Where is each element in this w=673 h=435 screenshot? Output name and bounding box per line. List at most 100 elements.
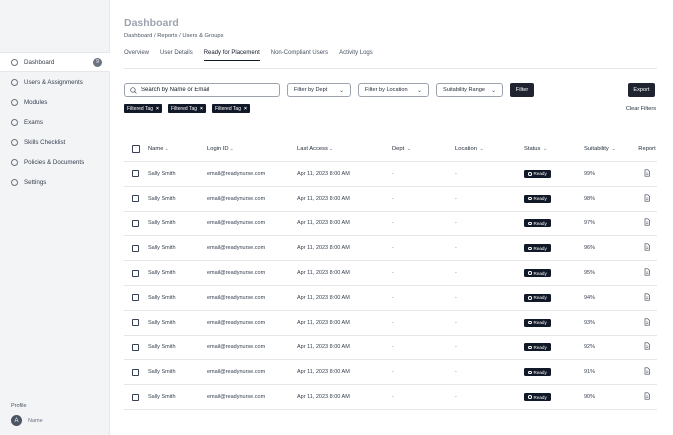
filter-tag[interactable]: Filtered Tag × <box>211 104 250 113</box>
row-checkbox[interactable] <box>132 343 139 351</box>
sidebar-item-label: Users & Assignments <box>24 78 83 86</box>
user-location: - <box>455 170 457 177</box>
user-last-access: Apr 11, 2023 8:00 AM <box>297 220 350 227</box>
user-suitability: 97% <box>584 220 596 227</box>
document-icon[interactable] <box>643 218 651 227</box>
column-suitability[interactable]: Suitability ⌄ <box>584 146 637 152</box>
column-location[interactable]: Location ⌄ <box>455 146 524 152</box>
user-location: - <box>455 220 457 227</box>
document-icon[interactable] <box>643 243 651 251</box>
user-suitability: 93% <box>584 319 596 326</box>
column-last-access[interactable]: Last Access⌄ <box>297 146 392 152</box>
table-row[interactable]: Sally Smith email@readynurse.com Apr 11,… <box>124 261 657 286</box>
table-row[interactable]: Sally Smith email@readynurse.com Apr 11,… <box>124 236 657 262</box>
column-dept[interactable]: Dept ⌄ <box>392 146 455 152</box>
document-icon[interactable] <box>643 194 651 202</box>
chevron-down-icon: ⌄ <box>479 146 484 152</box>
row-check-cell <box>124 170 148 178</box>
clear-filters-link[interactable]: Clear Filters <box>626 106 656 112</box>
tab-ready-for-placement[interactable]: Ready for Placement <box>203 50 260 61</box>
column-status[interactable]: Status ⌄ <box>524 146 584 152</box>
user-login: email@readynurse.com <box>207 195 266 202</box>
user-location: - <box>455 294 457 301</box>
user-name: Sally Smith <box>148 319 176 326</box>
document-icon[interactable] <box>643 392 651 400</box>
status-label: Ready <box>533 369 547 375</box>
filter-button[interactable]: Filter <box>510 83 534 97</box>
filter-tag[interactable]: Filtered Tag × <box>124 104 162 113</box>
tab-non-compliant-users[interactable]: Non-Compliant Users <box>271 50 328 61</box>
status-dot-icon <box>528 395 532 399</box>
filter-location-select[interactable]: Filter by Location ⌄ <box>358 83 429 97</box>
document-icon[interactable] <box>643 367 651 375</box>
table-row[interactable]: Sally Smith email@readynurse.com Apr 11,… <box>124 360 657 386</box>
sort-icon: ⌄ <box>164 146 169 152</box>
column-label: Dept <box>392 146 405 152</box>
select-all-checkbox[interactable] <box>132 145 140 153</box>
circle-outline-icon <box>11 118 18 126</box>
sidebar-item-dashboard[interactable]: Dashboard 9 <box>0 52 110 72</box>
filter-tag[interactable]: Filtered Tag × <box>167 104 206 113</box>
column-label: Name <box>148 146 164 152</box>
user-last-access: Apr 11, 2023 8:00 AM <box>297 195 350 202</box>
user-login: email@readynurse.com <box>207 394 266 401</box>
tab-activity-logs[interactable]: Activity Logs <box>339 50 373 61</box>
document-icon[interactable] <box>643 293 651 301</box>
column-name[interactable]: Name⌄ <box>148 146 207 152</box>
row-checkbox[interactable] <box>132 269 139 277</box>
close-icon[interactable]: × <box>200 106 203 112</box>
table-row[interactable]: Sally Smith email@readynurse.com Apr 11,… <box>124 286 657 311</box>
chevron-down-icon: ⌄ <box>416 87 422 94</box>
column-login[interactable]: Login ID⌄ <box>207 146 297 152</box>
row-checkbox[interactable] <box>132 219 139 227</box>
user-dept: - <box>392 369 394 376</box>
close-icon[interactable]: × <box>156 106 159 112</box>
status-cell: Ready <box>524 269 584 278</box>
user-name: Sally Smith <box>148 195 176 202</box>
document-icon[interactable] <box>643 342 651 350</box>
export-button[interactable]: Export <box>628 83 655 97</box>
row-checkbox[interactable] <box>132 319 139 327</box>
column-label: Suitability <box>584 146 609 152</box>
row-check-cell <box>124 195 148 203</box>
document-icon[interactable] <box>643 318 651 326</box>
status-dot-icon <box>528 221 532 226</box>
filter-dept-select[interactable]: Filter by Dept ⌄ <box>287 83 351 97</box>
close-icon[interactable]: × <box>244 106 247 112</box>
row-checkbox[interactable] <box>132 294 139 302</box>
document-icon[interactable] <box>643 169 651 177</box>
table-row[interactable]: Sally Smith email@readynurse.com Apr 11,… <box>124 212 657 237</box>
sidebar-item-exams[interactable]: Exams <box>0 112 110 132</box>
sidebar-item-skills-checklist[interactable]: Skills Checklist <box>0 132 110 152</box>
document-icon[interactable] <box>643 268 651 276</box>
row-check-cell <box>124 269 148 277</box>
search-box[interactable] <box>124 83 280 97</box>
search-input[interactable] <box>141 87 276 93</box>
tab-user-details[interactable]: User Details <box>160 50 193 61</box>
table-row[interactable]: Sally Smith email@readynurse.com Apr 11,… <box>124 187 657 212</box>
status-cell: Ready <box>524 343 584 352</box>
profile-menu[interactable]: A Name <box>11 415 43 426</box>
sidebar-item-settings[interactable]: Settings <box>0 172 110 192</box>
user-dept: - <box>392 220 394 227</box>
row-checkbox[interactable] <box>132 393 139 401</box>
row-checkbox[interactable] <box>132 244 139 252</box>
table-row[interactable]: Sally Smith email@readynurse.com Apr 11,… <box>124 385 657 410</box>
user-login: email@readynurse.com <box>207 220 266 227</box>
suitability-range-select[interactable]: Suitability Range ⌄ <box>436 83 503 97</box>
status-label: Ready <box>533 394 547 400</box>
row-checkbox[interactable] <box>132 368 139 376</box>
tab-overview[interactable]: Overview <box>124 50 149 61</box>
report-cell <box>637 268 657 278</box>
table-row[interactable]: Sally Smith email@readynurse.com Apr 11,… <box>124 162 657 187</box>
row-checkbox[interactable] <box>132 170 139 178</box>
table-row[interactable]: Sally Smith email@readynurse.com Apr 11,… <box>124 311 657 336</box>
sidebar-item-label: Modules <box>24 98 48 106</box>
sidebar-item-modules[interactable]: Modules <box>0 92 110 112</box>
column-label: Last Access <box>297 146 328 152</box>
sidebar-item-policies-documents[interactable]: Policies & Documents <box>0 152 110 172</box>
user-name: Sally Smith <box>148 394 176 401</box>
sidebar-item-users-assignments[interactable]: Users & Assignments <box>0 72 110 92</box>
row-checkbox[interactable] <box>132 195 139 203</box>
table-row[interactable]: Sally Smith email@readynurse.com Apr 11,… <box>124 336 657 361</box>
